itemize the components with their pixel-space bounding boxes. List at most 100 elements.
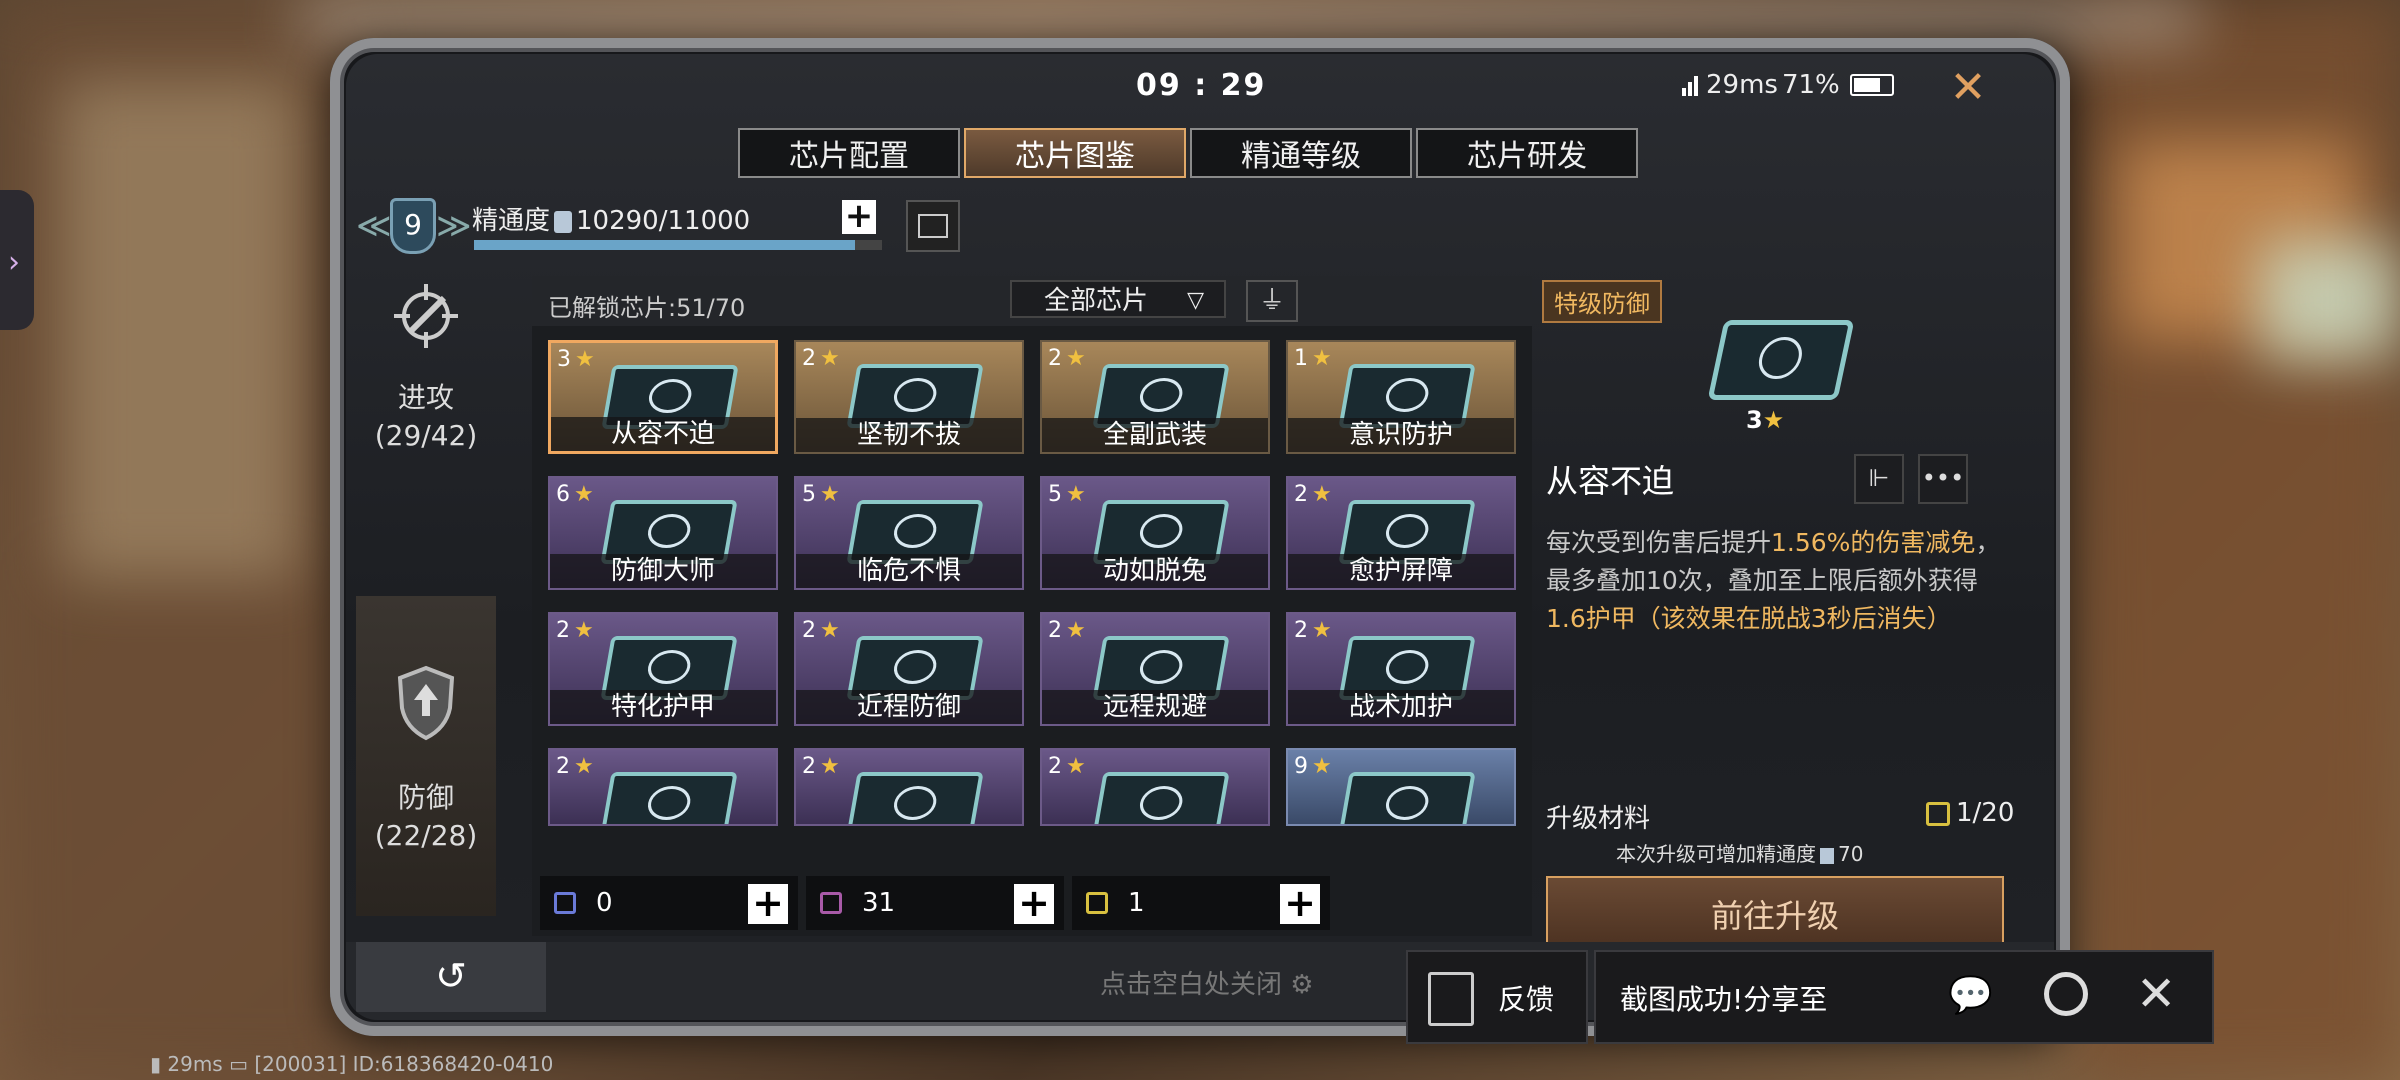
- chevron-down-icon: ▽: [1187, 288, 1204, 313]
- id-card-button[interactable]: [906, 200, 960, 252]
- gear-icon: ⚙: [1290, 970, 1314, 1000]
- mastery-gem-icon: [554, 210, 573, 233]
- chip-card[interactable]: 5 ★ 临危不惧: [794, 476, 1024, 590]
- star-icon: ★: [820, 482, 840, 507]
- tree-icon[interactable]: ⊩: [1854, 454, 1904, 504]
- chip-card[interactable]: 5 ★ 动如脱兔: [1040, 476, 1270, 590]
- chip-name: 远程规避: [1042, 690, 1268, 724]
- main-tabs: 芯片配置 芯片图鉴 精通等级 芯片研发: [738, 128, 1638, 178]
- chip-stars: 2 ★: [556, 618, 594, 643]
- chip-art: [600, 772, 738, 824]
- sidebar-item-attack[interactable]: 进攻 (29/42): [356, 276, 496, 596]
- status-bar: 09 : 29 29ms 71% ✕: [346, 54, 2054, 118]
- star-icon: ★: [820, 754, 840, 779]
- close-icon[interactable]: ✕: [1946, 66, 1990, 110]
- close-icon[interactable]: ✕: [2136, 966, 2176, 1022]
- upgrade-hint: 本次升级可增加精通度 70: [1616, 838, 1863, 867]
- chip-card[interactable]: 2 ★ 远程规避: [1040, 612, 1270, 726]
- desc-highlight: 1.56%的伤害减免: [1771, 528, 1976, 557]
- chip-name: 坚韧不拔: [796, 418, 1022, 452]
- star-icon: ★: [820, 618, 840, 643]
- chip-card[interactable]: 2 ★ 坚韧不拔: [794, 340, 1024, 454]
- add-material-button[interactable]: +: [1014, 884, 1054, 924]
- chevron-right-icon: ›: [8, 245, 20, 280]
- tap-close-text: 点击空白处关闭: [1100, 970, 1283, 1000]
- rank-badge: ≪ 9 ≫: [356, 192, 472, 272]
- chip-card[interactable]: 2 ★: [794, 748, 1024, 826]
- sidebar-item-defense[interactable]: 防御 (22/28): [356, 596, 496, 916]
- material-count: 0: [596, 888, 613, 918]
- chip-stars: 2 ★: [1048, 754, 1086, 779]
- chip-card[interactable]: 2 ★ 全副武装: [1040, 340, 1270, 454]
- chip-name: 从容不迫: [1546, 462, 1675, 500]
- tab-2[interactable]: 精通等级: [1190, 128, 1412, 178]
- tap-to-close-hint[interactable]: 点击空白处关闭 ⚙: [1100, 964, 1314, 1001]
- add-material-button[interactable]: +: [1280, 884, 1320, 924]
- ping-text: 29ms: [1706, 70, 1778, 100]
- star-icon: ★: [1066, 346, 1086, 371]
- mastery-label: 精通度: [472, 206, 551, 236]
- material-slot: 1 +: [1072, 876, 1330, 930]
- feedback-label: 反馈: [1498, 983, 1555, 1016]
- sidebar-count: (22/28): [374, 819, 478, 852]
- chip-name: 动如脱兔: [1042, 554, 1268, 588]
- mastery-progress-fill: [474, 240, 856, 250]
- chip-filter-dropdown[interactable]: 全部芯片 ▽: [1010, 280, 1226, 318]
- rank-level: 9: [390, 198, 436, 254]
- footer-id: [200031] ID:618368420-0410: [254, 1052, 554, 1076]
- star-icon: ★: [574, 754, 594, 779]
- battery-icon: [1849, 74, 1894, 96]
- chip-name: 从容不迫: [551, 417, 775, 451]
- selected-chip-stars: 3★: [1746, 406, 1784, 434]
- upgrade-material-label: 升级材料: [1546, 804, 1651, 834]
- sidebar-label: 进攻: [397, 381, 454, 414]
- chip-card[interactable]: 2 ★ 近程防御: [794, 612, 1024, 726]
- battery-text: 71%: [1781, 70, 1840, 100]
- materials-bar: 0 +31 +1 +: [540, 876, 1330, 930]
- defense-shield-icon: [397, 665, 455, 741]
- more-icon[interactable]: •••: [1918, 454, 1968, 504]
- star-icon: ★: [1762, 406, 1785, 434]
- star-icon: ★: [1312, 754, 1332, 779]
- add-mastery-button[interactable]: +: [842, 199, 876, 234]
- star-icon: ★: [575, 347, 595, 372]
- category-sidebar: 进攻 (29/42) 防御 (22/28): [356, 276, 496, 936]
- chip-card[interactable]: 2 ★ 战术加护: [1286, 612, 1516, 726]
- chip-material-icon: [554, 892, 576, 914]
- chip-card[interactable]: 9 ★: [1286, 748, 1516, 826]
- tab-0[interactable]: 芯片配置: [738, 128, 960, 178]
- side-drawer-handle[interactable]: ›: [0, 190, 34, 330]
- star-icon: ★: [574, 618, 594, 643]
- chip-card[interactable]: 2 ★ 特化护甲: [548, 612, 778, 726]
- chip-material-icon: [1926, 801, 1950, 826]
- add-material-button[interactable]: +: [748, 884, 788, 924]
- chip-stars: 2 ★: [556, 754, 594, 779]
- material-slot: 31 +: [806, 876, 1064, 930]
- upgrade-material-count: 1/20: [1926, 798, 2014, 828]
- tab-3[interactable]: 芯片研发: [1416, 128, 1638, 178]
- feedback-button[interactable]: 反馈: [1406, 950, 1588, 1044]
- sidebar-count: (29/42): [374, 419, 478, 452]
- material-count: 31: [862, 888, 896, 918]
- mastery-info: 精通度 10290/11000: [472, 200, 750, 237]
- chip-stars: 9 ★: [1294, 754, 1332, 779]
- chip-card[interactable]: 6 ★ 防御大师: [548, 476, 778, 590]
- chip-card[interactable]: 1 ★ 意识防护: [1286, 340, 1516, 454]
- chip-card[interactable]: 3 ★ 从容不迫: [548, 340, 778, 454]
- grid-header: 已解锁芯片:51/70 全部芯片 ▽ ⏚: [532, 276, 1532, 326]
- chip-name: 愈护屏障: [1288, 554, 1514, 588]
- wechat-icon[interactable]: 💬: [1948, 974, 2008, 1018]
- material-slot: 0 +: [540, 876, 798, 930]
- chip-card[interactable]: 2 ★: [548, 748, 778, 826]
- aperture-icon[interactable]: [2044, 972, 2088, 1016]
- tab-1[interactable]: 芯片图鉴: [964, 128, 1186, 178]
- back-arrow-icon: ↺: [435, 954, 467, 998]
- chip-card[interactable]: 2 ★: [1040, 748, 1270, 826]
- chip-name: 战术加护: [1288, 690, 1514, 724]
- filter-icon[interactable]: ⏚: [1246, 280, 1298, 322]
- screenshot-share-bar: 截图成功!分享至 💬 ✕: [1594, 950, 2214, 1044]
- desc-text: 每次受到伤害后提升: [1546, 528, 1772, 557]
- back-button[interactable]: ↺: [356, 942, 546, 1012]
- material-count-text: 1/20: [1956, 798, 2015, 828]
- chip-card[interactable]: 2 ★ 愈护屏障: [1286, 476, 1516, 590]
